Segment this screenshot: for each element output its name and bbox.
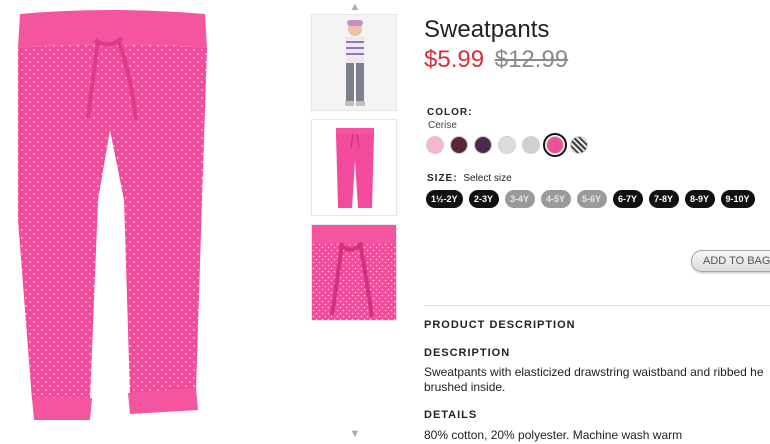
size-hint: Select size bbox=[463, 173, 512, 184]
product-title: Sweatpants bbox=[424, 16, 550, 43]
price-block: $5.99 $12.99 bbox=[424, 46, 568, 74]
product-main-image[interactable] bbox=[0, 0, 255, 439]
selected-color-name: Cerise bbox=[428, 120, 457, 131]
description-subheading: DESCRIPTION bbox=[424, 347, 511, 359]
sale-price: $5.99 bbox=[424, 46, 485, 73]
size-option[interactable]: 1½-2Y bbox=[426, 190, 463, 208]
description-text: Sweatpants with elasticized drawstring w… bbox=[424, 365, 764, 394]
product-description-heading: PRODUCT DESCRIPTION bbox=[424, 319, 576, 331]
details-heading: DETAILS bbox=[424, 409, 478, 421]
color-label: COLOR: bbox=[427, 107, 473, 118]
color-swatch-cerise[interactable] bbox=[543, 133, 567, 157]
size-label: SIZE: bbox=[427, 173, 458, 184]
color-swatch-gray-melange[interactable] bbox=[522, 136, 540, 154]
size-option[interactable]: 6-7Y bbox=[612, 190, 643, 208]
details-text: 80% cotton, 20% polyester. Machine wash … bbox=[424, 428, 683, 442]
add-to-bag-button[interactable]: ADD TO BAG bbox=[691, 250, 770, 272]
size-option[interactable]: 4-5Y bbox=[540, 190, 571, 208]
color-swatch-plum[interactable] bbox=[474, 136, 492, 154]
color-swatches bbox=[426, 133, 588, 157]
original-price: $12.99 bbox=[494, 46, 569, 73]
size-option[interactable]: 8-9Y bbox=[684, 190, 715, 208]
chevron-down-icon[interactable]: ▼ bbox=[347, 429, 363, 440]
size-option[interactable]: 9-10Y bbox=[720, 190, 755, 208]
size-options: 1½-2Y 2-3Y 3-4Y 4-5Y 5-6Y 6-7Y 7-8Y 8-9Y… bbox=[426, 190, 755, 208]
chevron-up-icon[interactable]: ▲ bbox=[347, 2, 363, 13]
color-swatch-burgundy[interactable] bbox=[450, 136, 468, 154]
color-swatch-striped[interactable] bbox=[570, 136, 588, 154]
thumbnail-pants[interactable] bbox=[311, 119, 397, 216]
size-option[interactable]: 2-3Y bbox=[468, 190, 499, 208]
color-swatch-light-gray[interactable] bbox=[498, 136, 516, 154]
thumbnail-detail[interactable] bbox=[311, 224, 397, 321]
color-swatch-light-pink[interactable] bbox=[426, 136, 444, 154]
thumbnail-model[interactable] bbox=[311, 14, 397, 111]
size-option[interactable]: 7-8Y bbox=[648, 190, 679, 208]
size-row: SIZE: Select size bbox=[427, 173, 512, 184]
size-option[interactable]: 5-6Y bbox=[576, 190, 607, 208]
divider bbox=[424, 305, 770, 306]
size-option[interactable]: 3-4Y bbox=[504, 190, 535, 208]
